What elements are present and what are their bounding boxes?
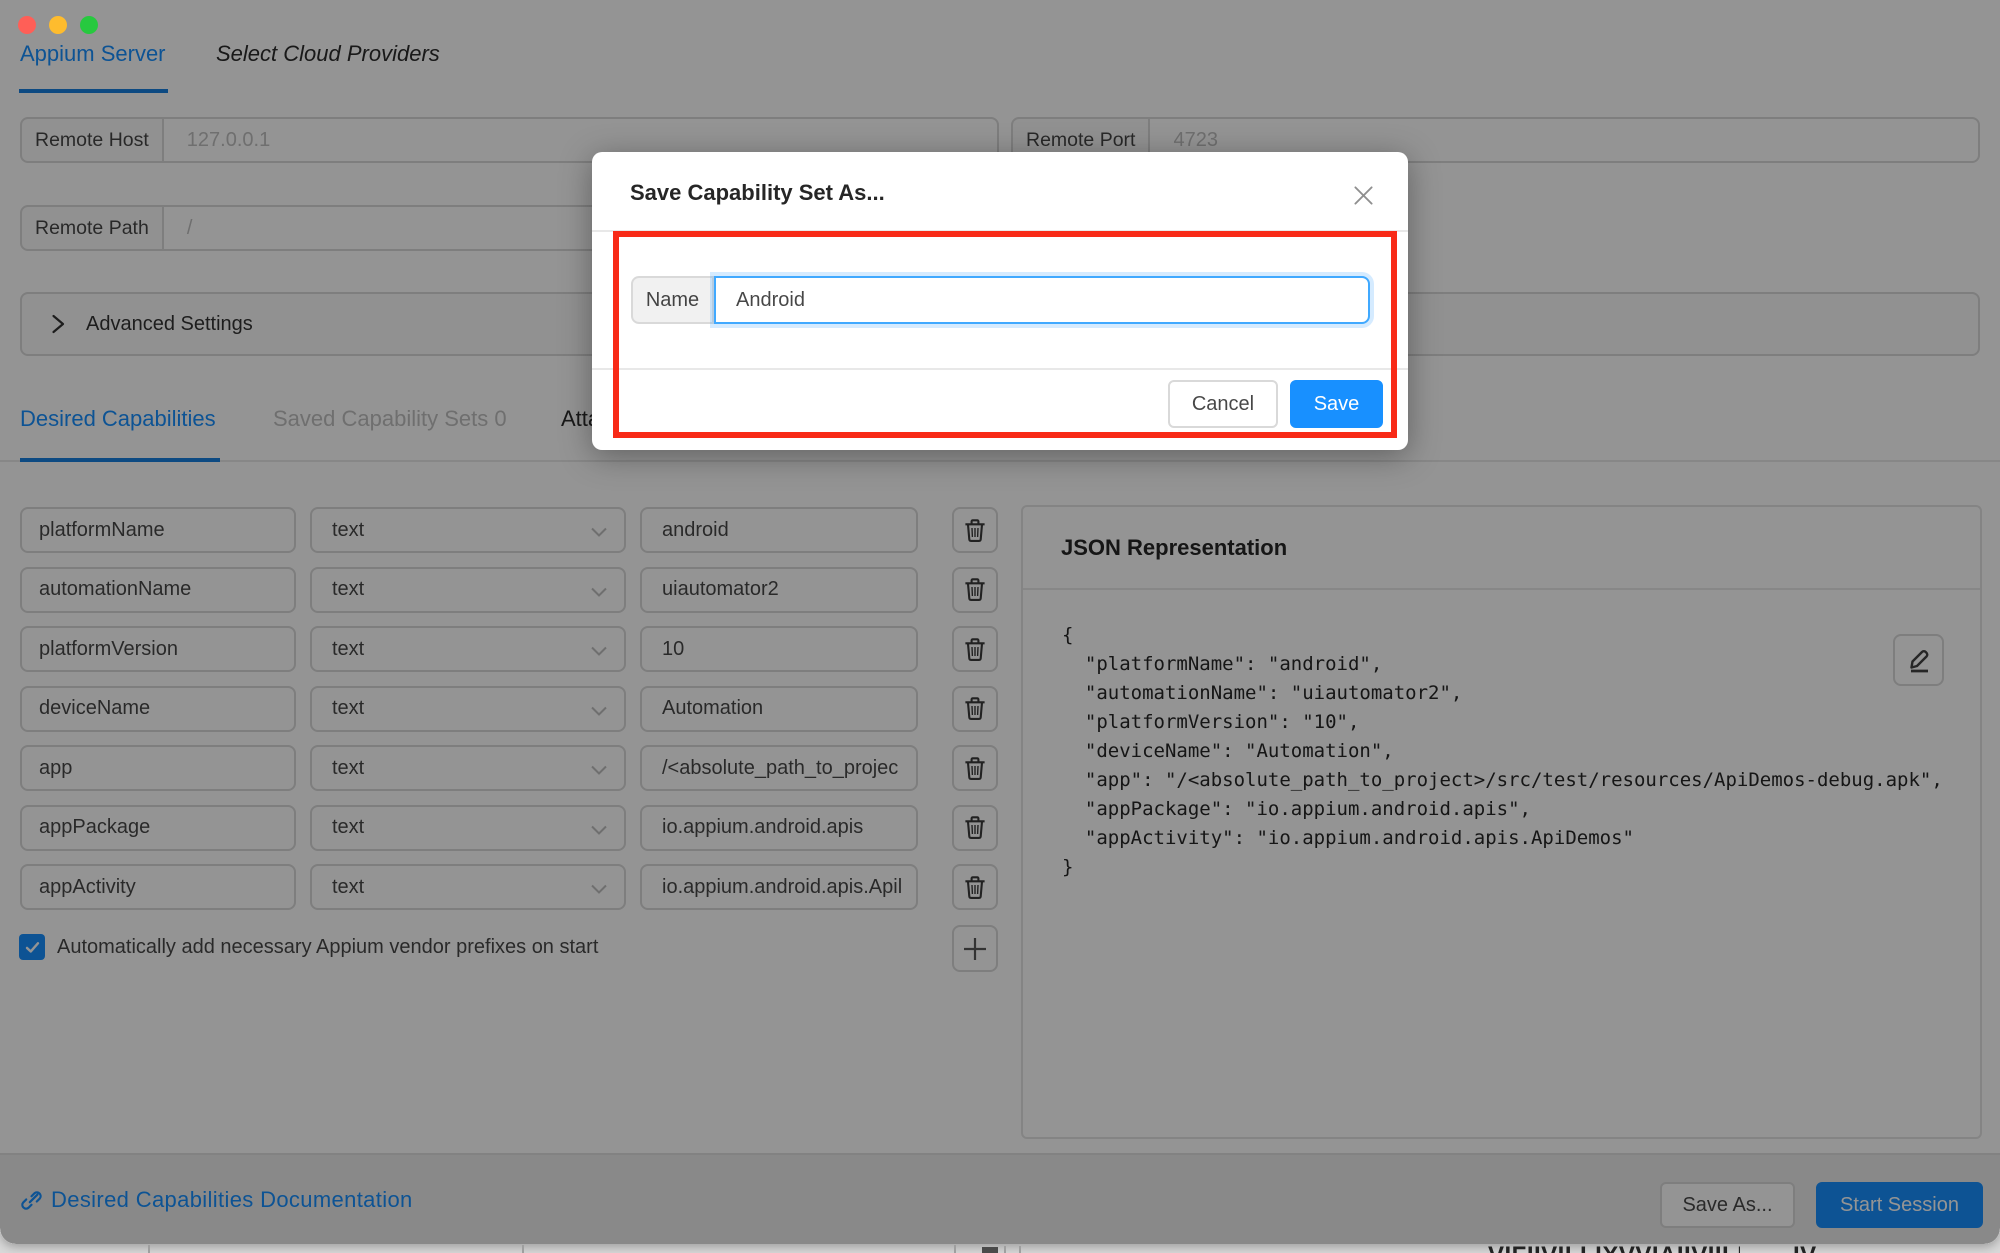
fragment-block: [982, 1247, 998, 1253]
fragment-line: [522, 1245, 524, 1253]
fragment-line: [1004, 1246, 1006, 1253]
fragment-text: IV: [1793, 1244, 1833, 1253]
fragment-line: [148, 1245, 150, 1253]
modal-close-button[interactable]: [1353, 185, 1377, 209]
zoom-window-button[interactable]: [80, 16, 98, 34]
minimize-window-button[interactable]: [49, 16, 67, 34]
annotation-highlight-box: [613, 231, 1397, 438]
screenshot-stage: Appium Server Select Cloud Providers Rem…: [0, 0, 2000, 1253]
fragment-line: [954, 1245, 956, 1253]
close-icon: [1353, 185, 1374, 206]
fragment-text: VIFIIVILLIXVVIAIIVIILL: [1488, 1244, 1740, 1253]
close-window-button[interactable]: [18, 16, 36, 34]
modal-title: Save Capability Set As...: [630, 180, 885, 206]
fragment-line: [1019, 1246, 1021, 1253]
